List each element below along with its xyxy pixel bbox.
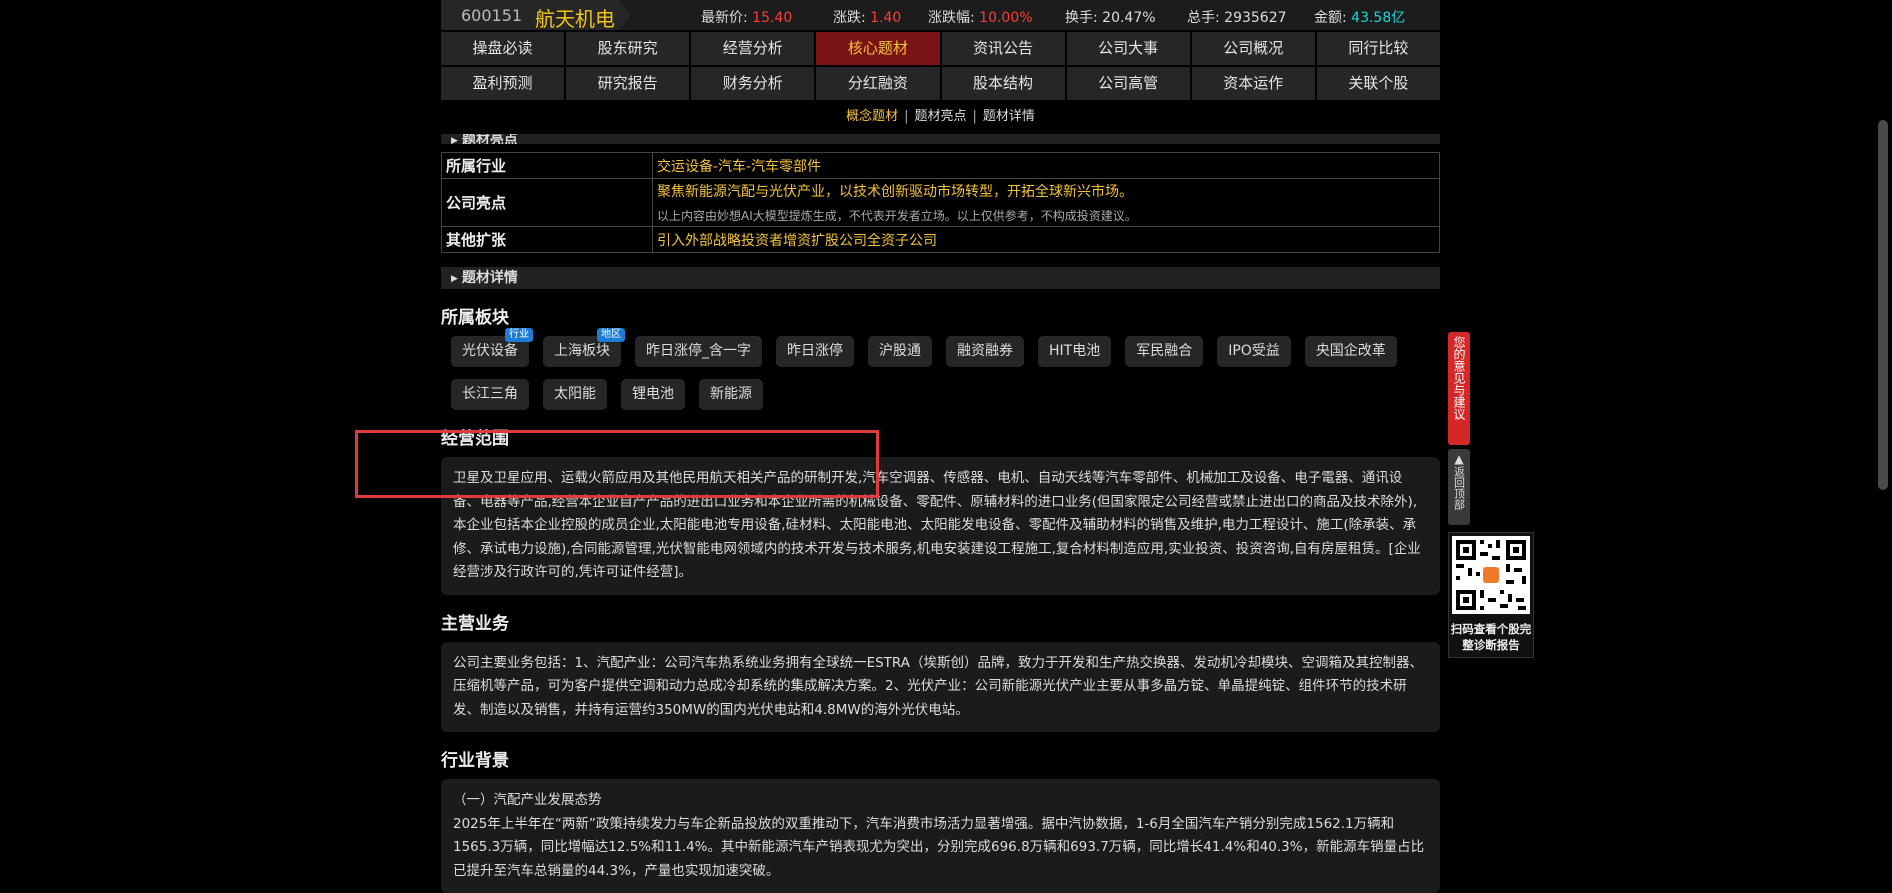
feedback-label: 您的意见与建议 bbox=[1452, 336, 1466, 420]
sub-tabs: 概念题材 | 题材亮点 | 题材详情 bbox=[846, 109, 1035, 124]
qr-label: 扫码查看个股完整诊断报告 bbox=[1450, 622, 1532, 652]
table-row: 公司亮点 聚焦新能源汽配与光伏产业，以技术创新驱动市场转型，开拓全球新兴市场。 … bbox=[441, 178, 1440, 227]
back-top-label: 返回顶部 bbox=[1452, 466, 1466, 510]
volume-quote: 总手: 2935627 bbox=[1187, 10, 1287, 26]
row-value: 交运设备-汽车-汽车零部件 bbox=[652, 152, 1440, 179]
nav-tab[interactable]: 关联个股 bbox=[1316, 67, 1440, 100]
stock-quote-bar: 600151 航天机电 最新价: 15.40 涨跌: 1.40 涨跌幅: 10.… bbox=[441, 0, 1440, 31]
ai-disclaimer: 以上内容由妙想AI大模型提炼生成，不代表开发者立场。以上仅供参考，不构成投资建议… bbox=[657, 209, 1137, 223]
nav-tab[interactable]: 公司高管 bbox=[1066, 67, 1190, 100]
nav-tab[interactable]: 同行比较 bbox=[1316, 32, 1440, 65]
sector-tag[interactable]: 太阳能 bbox=[543, 379, 607, 410]
sector-tag[interactable]: 沪股通 bbox=[868, 336, 932, 367]
details-section-bar[interactable]: ▶ 题材详情 bbox=[441, 267, 1440, 289]
sector-tags: 光伏设备 行业 上海板块 地区 昨日涨停_含一字 昨日涨停 沪股通 融资融券 HIT… bbox=[441, 328, 1440, 410]
row-key: 公司亮点 bbox=[441, 178, 653, 227]
sector-tag[interactable]: 长江三角 bbox=[451, 379, 529, 410]
row-value: 聚焦新能源汽配与光伏产业，以技术创新驱动市场转型，开拓全球新兴市场。 bbox=[657, 184, 1133, 200]
nav-tab[interactable]: 资讯公告 bbox=[941, 32, 1065, 65]
qr-code-icon bbox=[1452, 536, 1530, 614]
business-scope-text: 卫星及卫星应用、运载火箭应用及其他民用航天相关产品的研制开发,汽车空调器、传感器… bbox=[441, 457, 1440, 595]
row-value: 引入外部战略投资者增资扩股公司全资子公司 bbox=[652, 226, 1440, 253]
nav-tab[interactable]: 股本结构 bbox=[941, 67, 1065, 100]
sector-tag[interactable]: 昨日涨停_含一字 bbox=[635, 336, 762, 367]
turnover-quote: 换手: 20.47% bbox=[1065, 10, 1156, 26]
sector-tag[interactable]: 新能源 bbox=[699, 379, 763, 410]
industry-bg-subtitle: （一）汽配产业发展态势 bbox=[453, 792, 602, 808]
nav-tab[interactable]: 公司大事 bbox=[1066, 32, 1190, 65]
sub-tab-highlights[interactable]: 题材亮点 bbox=[914, 109, 966, 124]
amount-quote: 金额: 43.58亿 bbox=[1314, 10, 1406, 26]
main-business-text: 公司主要业务包括：1、汽配产业：公司汽车热系统业务拥有全球统一ESTRA（埃斯创… bbox=[441, 641, 1440, 732]
industry-bg-text: 2025年上半年在“两新”政策持续发力与车企新品投放的双重推动下，汽车消费市场活… bbox=[453, 815, 1425, 879]
region-badge: 地区 bbox=[597, 328, 625, 342]
feedback-button[interactable]: 您的意见与建议 bbox=[1448, 332, 1470, 445]
sub-tab-concept[interactable]: 概念题材 bbox=[846, 109, 898, 124]
sub-tab-details[interactable]: 题材详情 bbox=[983, 109, 1035, 124]
price-quote: 最新价: 15.40 bbox=[701, 10, 793, 26]
change-pct-quote: 涨跌幅: 10.00% bbox=[928, 10, 1033, 26]
qr-panel[interactable]: 扫码查看个股完整诊断报告 bbox=[1448, 532, 1534, 658]
row-key: 所属行业 bbox=[441, 152, 653, 179]
sector-tag[interactable]: 央国企改革 bbox=[1304, 336, 1397, 367]
highlights-section-bar[interactable]: ▶ 题材亮点 bbox=[441, 134, 1440, 144]
scrollbar-thumb[interactable] bbox=[1878, 120, 1888, 490]
nav-tab[interactable]: 公司概况 bbox=[1191, 32, 1315, 65]
industry-bg-box: （一）汽配产业发展态势 2025年上半年在“两新”政策持续发力与车企新品投放的双… bbox=[441, 779, 1440, 893]
sectors-title: 所属板块 bbox=[441, 308, 509, 328]
nav-tab[interactable]: 分红融资 bbox=[816, 67, 940, 100]
row-value-cell: 聚焦新能源汽配与光伏产业，以技术创新驱动市场转型，开拓全球新兴市场。 以上内容由… bbox=[652, 178, 1440, 227]
sector-tag[interactable]: 融资融券 bbox=[946, 336, 1024, 367]
industry-bg-title: 行业背景 bbox=[441, 751, 509, 771]
nav-tab-active[interactable]: 核心题材 bbox=[816, 32, 940, 65]
highlights-table: 所属行业 交运设备-汽车-汽车零部件 公司亮点 聚焦新能源汽配与光伏产业，以技术… bbox=[441, 152, 1440, 253]
nav-tab[interactable]: 资本运作 bbox=[1191, 67, 1315, 100]
nav-tab[interactable]: 盈利预测 bbox=[441, 67, 565, 100]
change-quote: 涨跌: 1.40 bbox=[833, 10, 902, 26]
nav-tab[interactable]: 经营分析 bbox=[691, 32, 815, 65]
nav-tab[interactable]: 股东研究 bbox=[566, 32, 690, 65]
main-nav: 操盘必读 股东研究 经营分析 核心题材 资讯公告 公司大事 公司概况 同行比较 … bbox=[441, 32, 1440, 100]
main-business-title: 主营业务 bbox=[441, 613, 509, 634]
sector-tag[interactable]: 昨日涨停 bbox=[776, 336, 854, 367]
row-key: 其他扩张 bbox=[441, 226, 653, 253]
sector-tag[interactable]: 上海板块 地区 bbox=[543, 328, 625, 367]
table-row: 所属行业 交运设备-汽车-汽车零部件 bbox=[441, 152, 1440, 179]
nav-tab[interactable]: 操盘必读 bbox=[441, 32, 565, 65]
back-to-top-button[interactable]: ▲ 返回顶部 bbox=[1448, 449, 1470, 525]
sector-tag[interactable]: 军民融合 bbox=[1125, 336, 1204, 367]
sector-tag[interactable]: 锂电池 bbox=[621, 379, 685, 410]
sector-tag[interactable]: HIT电池 bbox=[1038, 336, 1112, 367]
stock-code: 600151 bbox=[461, 6, 523, 25]
nav-tab[interactable]: 财务分析 bbox=[691, 67, 815, 100]
f10-page: 600151 航天机电 最新价: 15.40 涨跌: 1.40 涨跌幅: 10.… bbox=[441, 0, 1440, 893]
nav-tab[interactable]: 研究报告 bbox=[566, 67, 690, 100]
sector-tag[interactable]: 光伏设备 行业 bbox=[451, 328, 533, 367]
sector-tag[interactable]: IPO受益 bbox=[1217, 336, 1291, 367]
industry-badge: 行业 bbox=[505, 328, 533, 342]
table-row: 其他扩张 引入外部战略投资者增资扩股公司全资子公司 bbox=[441, 226, 1440, 253]
business-scope-title: 经营范围 bbox=[441, 429, 509, 449]
arrow-up-icon: ▲ bbox=[1454, 452, 1464, 466]
stock-name: 航天机电 bbox=[535, 7, 615, 31]
